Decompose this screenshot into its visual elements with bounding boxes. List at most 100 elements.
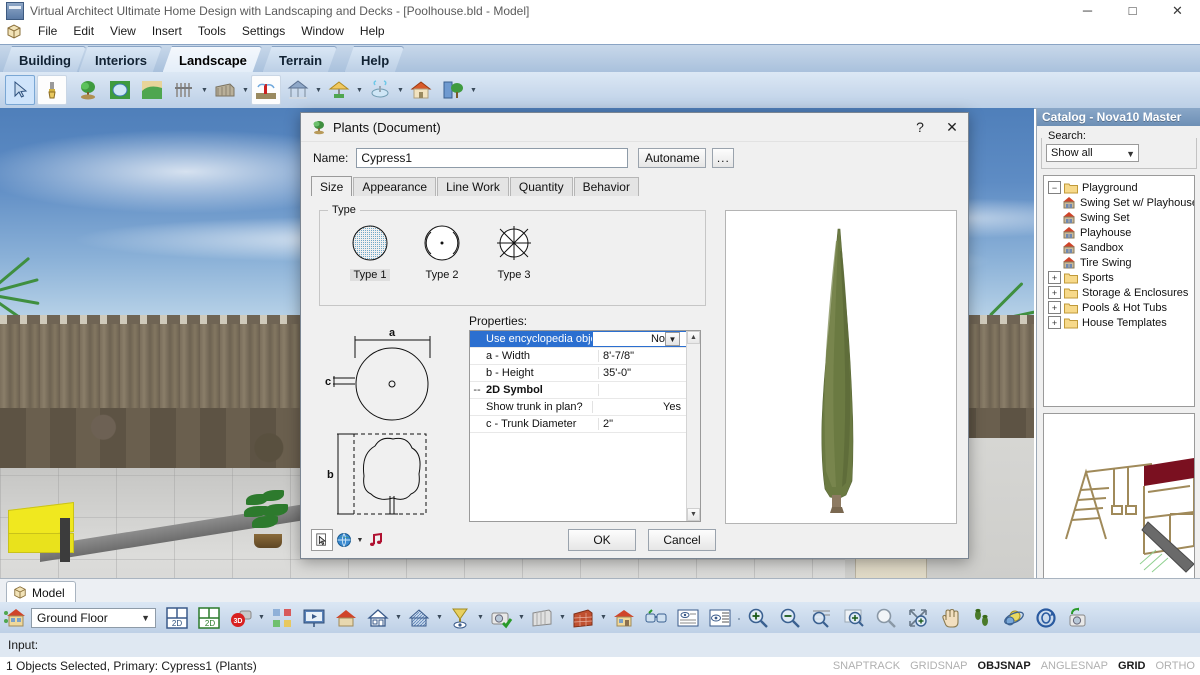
dialog-tab-quantity[interactable]: Quantity <box>510 177 573 196</box>
menu-item-view[interactable]: View <box>102 22 144 40</box>
house-solid-view[interactable] <box>331 603 361 633</box>
orbit-icon[interactable] <box>999 603 1029 633</box>
input-bar[interactable]: Input: <box>0 633 1200 658</box>
sprinkler-tool[interactable] <box>251 75 281 105</box>
menu-item-window[interactable]: Window <box>293 22 352 40</box>
scroll-down-arrow[interactable]: ▼ <box>687 508 700 521</box>
close-button[interactable]: ✕ <box>1155 0 1200 21</box>
dialog-tab-appearance[interactable]: Appearance <box>353 177 436 196</box>
snap-flag-grid[interactable]: GRID <box>1113 660 1151 672</box>
zoom-extents-icon[interactable] <box>903 603 933 633</box>
property-value[interactable]: Yes <box>593 401 687 413</box>
select-arrow-tool[interactable] <box>5 75 35 105</box>
globe-dropdown[interactable]: ▼ <box>355 530 365 550</box>
property-value[interactable]: 8'-7/8" <box>599 350 687 362</box>
property-row-height[interactable]: b - Height 35'-0" <box>470 365 687 382</box>
expander-icon[interactable]: + <box>1048 286 1061 299</box>
wall-view-dropdown[interactable]: ▼ <box>558 604 567 632</box>
rotate-view-icon[interactable] <box>1031 603 1061 633</box>
perspective-eye-view[interactable] <box>445 603 475 633</box>
menu-item-file[interactable]: File <box>30 22 65 40</box>
view-3d-camera-dropdown[interactable]: ▼ <box>257 604 266 632</box>
walk-through-icon[interactable] <box>967 603 997 633</box>
elevation-preview[interactable] <box>673 603 703 633</box>
house-hatch-view[interactable] <box>404 603 434 633</box>
view-3d-camera[interactable]: 3D <box>226 603 256 633</box>
tree-item-tire-swing[interactable]: Tire Swing <box>1046 255 1192 270</box>
house-roof-view[interactable] <box>609 603 639 633</box>
camera-record-icon[interactable] <box>1063 603 1093 633</box>
menu-item-insert[interactable]: Insert <box>144 22 190 40</box>
property-row-show-trunk[interactable]: Show trunk in plan? Yes <box>470 399 687 416</box>
ribbon-tab-building[interactable]: Building <box>2 46 86 74</box>
property-row-use-encyclopedia[interactable]: Use encyclopedia obje... No ▼ <box>470 331 687 348</box>
shed-tool[interactable] <box>406 75 436 105</box>
terrain-tool[interactable] <box>137 75 167 105</box>
menu-item-edit[interactable]: Edit <box>65 22 102 40</box>
chevron-down-icon[interactable]: ▼ <box>665 332 680 346</box>
ok-button[interactable]: OK <box>568 529 636 551</box>
house-hatch-view-dropdown[interactable]: ▼ <box>435 604 444 632</box>
ribbon-tab-terrain[interactable]: Terrain <box>262 46 337 74</box>
tree-folder-storage-enclosures[interactable]: + Storage & Enclosures <box>1046 285 1192 300</box>
tree-folder-sports[interactable]: + Sports <box>1046 270 1192 285</box>
dialog-help-button[interactable]: ? <box>904 114 936 141</box>
section-preview[interactable] <box>705 603 735 633</box>
fence-tool[interactable] <box>169 75 199 105</box>
stereo-glasses-view[interactable] <box>641 603 671 633</box>
menu-item-tools[interactable]: Tools <box>190 22 234 40</box>
zoom-all-icon[interactable] <box>871 603 901 633</box>
type-3-option[interactable]: Type 3 <box>478 219 550 281</box>
tree-item-swing-set[interactable]: Swing Set <box>1046 210 1192 225</box>
maximize-button[interactable]: □ <box>1110 0 1155 21</box>
zoom-window-icon[interactable] <box>807 603 837 633</box>
tree-folder-pools-hot-tubs[interactable]: + Pools & Hot Tubs <box>1046 300 1192 315</box>
cancel-button[interactable]: Cancel <box>648 529 716 551</box>
wall-view[interactable] <box>527 603 557 633</box>
scroll-up-arrow[interactable]: ▲ <box>687 331 700 344</box>
globe-icon[interactable] <box>333 529 355 551</box>
snap-flag-ortho[interactable]: ORTHO <box>1150 660 1200 672</box>
view-2d-framing[interactable]: 2D <box>194 603 224 633</box>
menu-item-settings[interactable]: Settings <box>234 22 293 40</box>
ribbon-tab-landscape[interactable]: Landscape <box>162 46 262 74</box>
snap-flag-snaptrack[interactable]: SNAPTRACK <box>828 660 905 672</box>
landscape-book-tool-dropdown[interactable]: ▼ <box>469 76 478 104</box>
property-row-trunk-diameter[interactable]: c - Trunk Diameter 2" <box>470 416 687 433</box>
floor-house-icon[interactable] <box>3 605 29 631</box>
dialog-tab-size[interactable]: Size <box>311 176 352 196</box>
brick-material-view[interactable] <box>568 603 598 633</box>
paint-brush-tool[interactable] <box>37 75 67 105</box>
dialog-close-button[interactable]: ✕ <box>936 114 968 141</box>
pond-tool[interactable] <box>105 75 135 105</box>
expander-icon[interactable]: + <box>1048 301 1061 314</box>
property-value[interactable]: 2" <box>599 418 687 430</box>
property-value[interactable]: No ▼ <box>593 332 687 346</box>
view-2d-plan[interactable]: 2D <box>162 603 192 633</box>
snap-flag-anglesnap[interactable]: ANGLESNAP <box>1036 660 1113 672</box>
catalog-tree[interactable]: − Playground Swing Set w/ Playhouse <box>1043 175 1195 407</box>
properties-scrollbar[interactable]: ▲ ▼ <box>686 331 700 521</box>
gazebo-tool-dropdown[interactable]: ▼ <box>314 76 323 104</box>
property-row-2d-symbol[interactable]: -- 2D Symbol <box>470 382 687 399</box>
snap-flag-gridsnap[interactable]: GRIDSNAP <box>905 660 972 672</box>
gazebo-tool[interactable] <box>283 75 313 105</box>
property-value[interactable]: 35'-0" <box>599 367 687 379</box>
umbrella-tool[interactable] <box>324 75 354 105</box>
fence-tool-dropdown[interactable]: ▼ <box>200 76 209 104</box>
floor-select[interactable]: Ground Floor ▼ <box>31 608 156 628</box>
properties-grid[interactable]: Use encyclopedia obje... No ▼ a - Width … <box>469 330 701 522</box>
property-row-width[interactable]: a - Width 8'-7/8" <box>470 348 687 365</box>
object-arrange[interactable] <box>267 603 297 633</box>
landscape-book-tool[interactable] <box>438 75 468 105</box>
ribbon-tab-interiors[interactable]: Interiors <box>78 46 162 74</box>
expander-icon[interactable]: − <box>1048 181 1061 194</box>
tree-item-sandbox[interactable]: Sandbox <box>1046 240 1192 255</box>
select-object-icon[interactable] <box>311 529 333 551</box>
camera-check-view[interactable] <box>486 603 516 633</box>
tree-folder-house-templates[interactable]: + House Templates <box>1046 315 1192 330</box>
tab-model[interactable]: Model <box>6 581 76 604</box>
music-note-icon[interactable] <box>365 529 387 551</box>
fountain-tool[interactable] <box>365 75 395 105</box>
dialog-tab-behavior[interactable]: Behavior <box>574 177 639 196</box>
